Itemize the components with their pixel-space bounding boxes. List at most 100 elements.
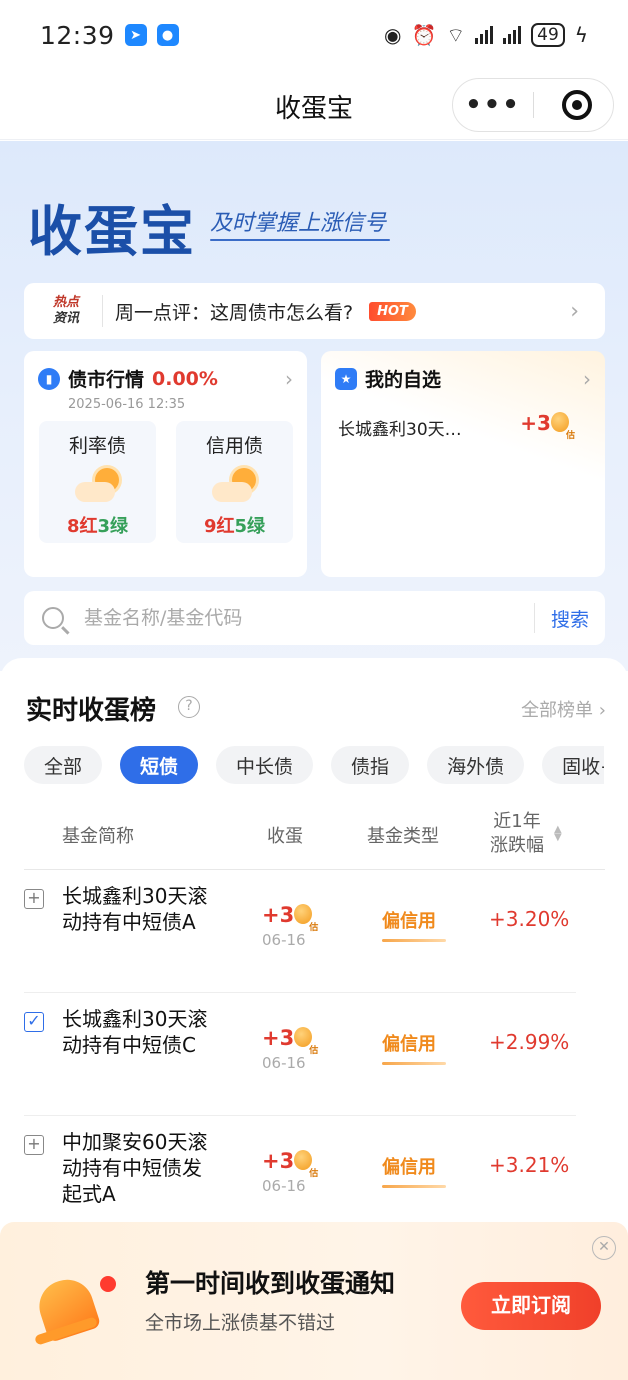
- more-button[interactable]: •••: [453, 90, 533, 120]
- news-banner[interactable]: 热点 资讯 周一点评：这周债市怎么看? HOT ›: [24, 283, 605, 339]
- eye-icon: ◉: [383, 23, 402, 47]
- egg-cell: +3 估 06-16: [262, 1026, 318, 1072]
- subscribe-description: 全市场上涨债基不错过: [145, 1312, 336, 1334]
- header-change-line2: 涨跌幅: [490, 835, 544, 856]
- table-row[interactable]: + 中加聚安60天滚动持有中短债发起式A +3 估 06-16 偏信用 +3.21…: [24, 1117, 576, 1239]
- close-icon[interactable]: ✕: [592, 1236, 616, 1260]
- fund-type: 偏信用: [382, 1030, 446, 1065]
- tab-bond-index[interactable]: 债指: [331, 746, 410, 784]
- table-row[interactable]: ✓ 长城鑫利30天滚动持有中短债C +3 估 06-16 偏信用 +2.99%: [24, 994, 576, 1116]
- chevron-right-icon: ›: [598, 700, 606, 721]
- green-count: 3绿: [97, 516, 129, 537]
- egg-date: 06-16: [262, 931, 306, 949]
- news-tag-line1: 热点: [52, 295, 79, 310]
- tab-all[interactable]: 全部: [24, 746, 103, 784]
- search-bar: 搜索: [24, 591, 605, 645]
- add-watchlist-checkbox[interactable]: +: [24, 889, 44, 909]
- chevron-right-icon: ›: [583, 367, 591, 391]
- hero-section: 收蛋宝 及时掌握上涨信号 热点 资讯 周一点评：这周债市怎么看? HOT › ▮…: [0, 141, 628, 671]
- news-divider: [102, 295, 103, 327]
- table-row[interactable]: + 长城鑫利30天滚动持有中短债A +3 估 06-16 偏信用 +3.20%: [24, 871, 576, 993]
- egg-date: 06-16: [262, 1054, 306, 1072]
- header-egg: 收蛋: [267, 826, 303, 847]
- help-icon[interactable]: ?: [178, 696, 200, 718]
- add-watchlist-checkbox[interactable]: +: [24, 1135, 44, 1155]
- news-headline: 周一点评：这周债市怎么看?: [115, 301, 354, 324]
- search-input[interactable]: [84, 607, 504, 629]
- egg-cell: +3 估 06-16: [262, 1149, 318, 1195]
- hot-news-tag: 热点 资讯: [38, 295, 94, 327]
- search-icon: [42, 607, 64, 629]
- fund-type: 偏信用: [382, 907, 446, 942]
- estimate-tag: 估: [309, 923, 319, 933]
- hot-badge: HOT: [369, 301, 416, 321]
- tab-mid-long-bond[interactable]: 中长债: [216, 746, 314, 784]
- hero-title: 收蛋宝: [28, 200, 196, 263]
- chevron-right-icon: ›: [285, 367, 293, 391]
- watchlist-card[interactable]: ★ 我的自选 › 长城鑫利30天… +3 估: [321, 351, 605, 577]
- sort-icon[interactable]: ▲ ▼: [554, 825, 562, 843]
- header-change-sort[interactable]: 近1年涨跌幅: [490, 810, 544, 858]
- tile-title: 利率债: [68, 435, 126, 457]
- red-count: 9红: [203, 516, 235, 537]
- charging-icon: ϟ: [574, 23, 588, 47]
- added-watchlist-checkbox[interactable]: ✓: [24, 1012, 44, 1032]
- bond-card-change: 0.00%: [152, 367, 218, 390]
- tab-overseas-bond[interactable]: 海外债: [427, 746, 525, 784]
- type-underline: [382, 939, 446, 942]
- type-underline: [382, 1062, 446, 1065]
- year-change: +2.99%: [489, 1030, 570, 1054]
- nav-bar: 收蛋宝 •••: [0, 70, 628, 140]
- rate-bond-tile[interactable]: 利率债 8红3绿: [39, 421, 156, 543]
- estimate-tag: 估: [565, 431, 575, 441]
- fund-type-label: 偏信用: [382, 1157, 436, 1178]
- fund-type: 偏信用: [382, 1153, 446, 1188]
- signal-icon-2: [503, 26, 522, 44]
- fund-name: 长城鑫利30天滚动持有中短债C: [62, 1007, 208, 1057]
- subscribe-button[interactable]: 立即订阅: [461, 1282, 601, 1330]
- app-notification-icon: ➤: [124, 24, 147, 46]
- tile-title: 信用债: [205, 435, 263, 457]
- status-time: 12:39: [40, 20, 115, 50]
- bond-card-time: 2025-06-16 12:35: [68, 397, 186, 412]
- tab-short-bond[interactable]: 短债: [120, 746, 199, 784]
- battery-indicator: 49: [531, 23, 565, 47]
- egg-icon: [294, 1150, 313, 1170]
- bond-card-header: ▮ 债市行情 0.00%: [38, 365, 218, 392]
- hero-slogan: 及时掌握上涨信号: [210, 211, 387, 236]
- watch-card-header: ★ 我的自选: [335, 365, 441, 392]
- header-fund-type: 基金类型: [367, 826, 439, 847]
- estimate-tag: 估: [309, 1169, 319, 1179]
- search-button[interactable]: 搜索: [535, 605, 605, 632]
- type-underline: [382, 1185, 446, 1188]
- fund-type-label: 偏信用: [382, 911, 436, 932]
- header-change-line1: 近1年: [493, 811, 541, 832]
- bookmark-icon: ★: [335, 367, 357, 390]
- bond-market-card[interactable]: ▮ 债市行情 0.00% › 2025-06-16 12:35 利率债 8红3绿…: [24, 351, 307, 577]
- bell-icon: [30, 1268, 116, 1352]
- egg-date: 06-16: [262, 1177, 306, 1195]
- target-icon: [572, 100, 582, 110]
- credit-bond-tile[interactable]: 信用债 9红5绿: [176, 421, 293, 543]
- egg-value-line: +3 估: [262, 1026, 318, 1056]
- signal-icon: [475, 26, 494, 44]
- year-change: +3.21%: [489, 1153, 570, 1177]
- red-count: 8红: [66, 516, 98, 537]
- wifi-icon: ⌔: [446, 22, 466, 47]
- year-change: +3.20%: [489, 907, 570, 931]
- status-icons: ◉ ⏰ ⌔ 49 ϟ: [384, 23, 588, 48]
- egg-icon: [294, 1027, 313, 1047]
- egg-value: +3: [262, 1026, 295, 1050]
- watch-item-name[interactable]: 长城鑫利30天…: [338, 415, 462, 440]
- egg-value-line: +3 估: [262, 1149, 318, 1179]
- message-notification-icon: ●: [156, 24, 179, 46]
- tab-fixed-income-plus[interactable]: 固收+: [542, 746, 604, 784]
- ranking-title: 实时收蛋榜: [26, 696, 157, 726]
- all-rankings-label: 全部榜单: [521, 700, 594, 721]
- mini-program-capsule: •••: [452, 78, 614, 132]
- egg-icon: [294, 904, 313, 924]
- green-count: 5绿: [234, 516, 266, 537]
- close-mini-program-button[interactable]: [562, 90, 592, 120]
- watch-egg-value: +3: [520, 411, 551, 435]
- all-rankings-link[interactable]: 全部榜单 ›: [521, 696, 606, 722]
